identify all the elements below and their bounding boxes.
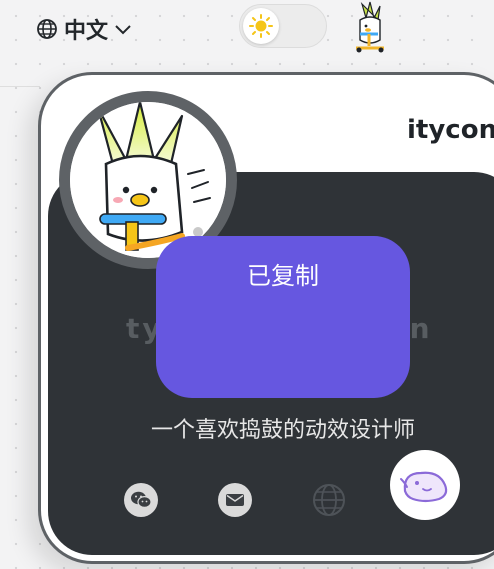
blob-mascot-icon [400, 471, 448, 503]
header-divider [0, 86, 40, 87]
mascot-scooter-icon [356, 1, 384, 53]
theme-toggle[interactable] [239, 4, 327, 48]
mail-button[interactable] [218, 483, 252, 517]
theme-toggle-knob [243, 8, 279, 44]
wechat-icon [131, 491, 152, 509]
profile-username: itycon [407, 115, 494, 145]
copied-toast-message: 已复制 [247, 262, 319, 290]
copied-toast: 已复制 [156, 236, 410, 398]
globe-icon [313, 484, 345, 516]
mail-icon [226, 494, 244, 506]
profile-bio: 一个喜欢捣鼓的动效设计师 [150, 418, 415, 443]
language-label: 中文 [64, 19, 109, 44]
chevron-down-icon [115, 25, 131, 35]
globe-icon [37, 19, 57, 39]
wechat-button[interactable] [124, 483, 158, 517]
floating-mascot-button[interactable] [390, 450, 460, 520]
mascot-avatar-icon [70, 102, 226, 258]
website-button[interactable] [312, 483, 346, 517]
language-switcher[interactable]: 中文 [36, 14, 132, 44]
sun-icon [249, 14, 273, 38]
